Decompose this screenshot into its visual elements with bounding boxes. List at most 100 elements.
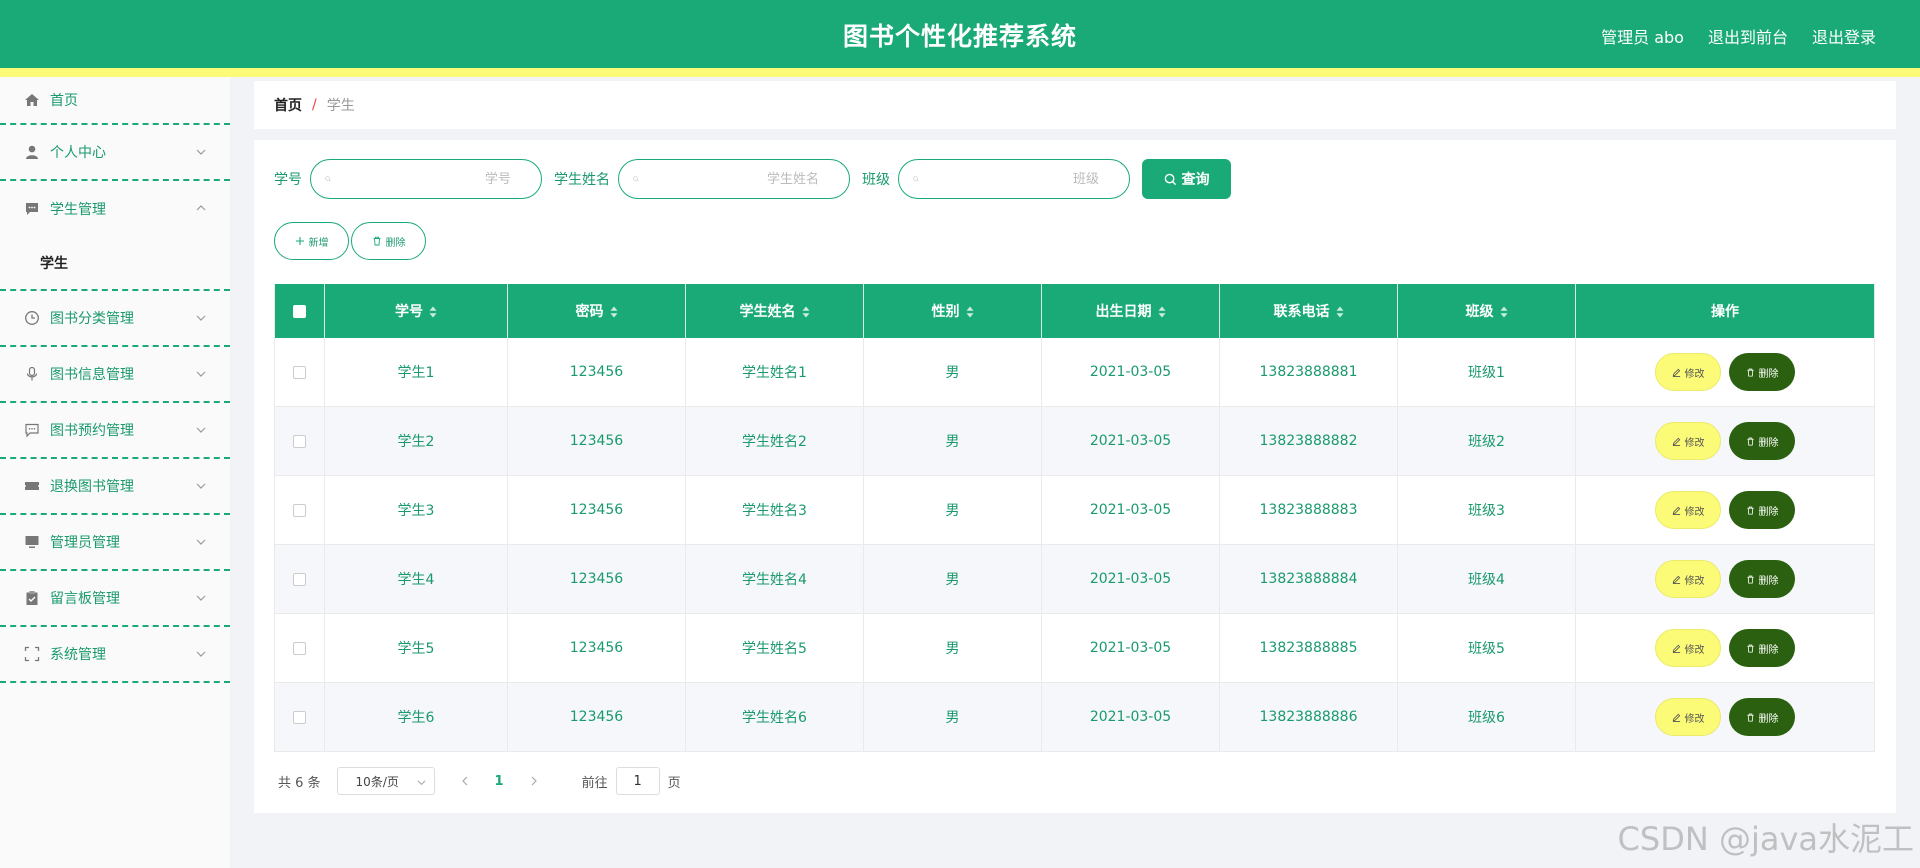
logout-link[interactable]: 退出登录 xyxy=(1812,24,1876,48)
query-button[interactable]: 查询 xyxy=(1142,159,1231,199)
row-checkbox[interactable] xyxy=(293,365,306,379)
row-select-cell xyxy=(274,682,325,752)
column-header[interactable]: 学生姓名 xyxy=(685,284,864,338)
sidebar-item-message-board[interactable]: 留言板管理 xyxy=(0,571,230,627)
table-cell: 13823888882 xyxy=(1219,406,1398,476)
sidebar-item-label: 学生管理 xyxy=(50,202,106,218)
table-cell: 学生3 xyxy=(324,475,508,545)
table-cell: 123456 xyxy=(507,544,686,614)
table-body: 学生1 123456 学生姓名1 男 2021-03-05 13823888881 班级1 修… xyxy=(274,338,1875,752)
goto-page-input[interactable] xyxy=(615,767,660,795)
ticket-icon xyxy=(25,482,39,490)
to-front-link[interactable]: 退出到前台 xyxy=(1708,24,1788,48)
sidebar-item-system-management[interactable]: 系统管理 xyxy=(0,627,230,683)
next-page-button[interactable] xyxy=(524,771,544,791)
student-no-input[interactable] xyxy=(339,170,527,188)
class-input[interactable] xyxy=(927,170,1115,188)
edit-button[interactable]: 修改 xyxy=(1655,353,1721,391)
student-name-field[interactable] xyxy=(618,159,850,199)
edit-button[interactable]: 修改 xyxy=(1655,491,1721,529)
sidebar-item-label: 首页 xyxy=(50,93,78,109)
clock-icon xyxy=(25,311,39,325)
chat-icon xyxy=(26,203,38,215)
student-no-field[interactable] xyxy=(310,159,542,199)
delete-button[interactable]: 删除 xyxy=(1729,422,1795,460)
sidebar-item-student-management[interactable]: 学生管理 xyxy=(0,181,230,237)
table-cell: 2021-03-05 xyxy=(1041,682,1220,752)
column-header[interactable]: 联系电话 xyxy=(1219,284,1398,338)
row-checkbox[interactable] xyxy=(293,503,306,517)
breadcrumb-separator: / xyxy=(312,97,317,113)
row-checkbox[interactable] xyxy=(293,434,306,448)
batch-delete-button[interactable]: 删除 xyxy=(351,222,426,260)
row-checkbox[interactable] xyxy=(293,641,306,655)
page-size-select[interactable]: 10条/页 xyxy=(336,767,435,795)
table-row: 学生5 123456 学生姓名5 男 2021-03-05 13823888885 班级5 修… xyxy=(274,613,1875,683)
pagination: 共 6 条 10条/页 1 前往 页 xyxy=(278,767,681,795)
page-number-current[interactable]: 1 xyxy=(495,774,504,789)
table-row: 学生1 123456 学生姓名1 男 2021-03-05 13823888881 班级1 修… xyxy=(274,338,1875,407)
delete-button[interactable]: 删除 xyxy=(1729,560,1795,598)
edit-button[interactable]: 修改 xyxy=(1655,422,1721,460)
class-field[interactable] xyxy=(898,159,1130,199)
student-no-label: 学号 xyxy=(274,172,302,188)
table-cell: 学生2 xyxy=(324,406,508,476)
sidebar-item-home[interactable]: 首页 xyxy=(0,77,230,125)
search-icon xyxy=(913,176,919,182)
trash-icon xyxy=(1746,506,1754,515)
row-checkbox[interactable] xyxy=(293,572,306,586)
column-header[interactable]: 班级 xyxy=(1397,284,1576,338)
sidebar-item-label: 图书信息管理 xyxy=(50,367,134,383)
column-header[interactable]: 密码 xyxy=(507,284,686,338)
delete-button[interactable]: 删除 xyxy=(1729,491,1795,529)
goto-page: 前往 页 xyxy=(582,767,681,795)
table-cell: 学生1 xyxy=(324,338,508,407)
select-all-checkbox[interactable] xyxy=(293,304,306,318)
sidebar-item-book-category[interactable]: 图书分类管理 xyxy=(0,291,230,347)
page-size-value: 10条/页 xyxy=(355,774,399,789)
header-actions: 管理员 abo 退出到前台 退出登录 xyxy=(1601,24,1876,48)
edit-icon xyxy=(1672,506,1680,515)
sort-icon xyxy=(1158,306,1165,318)
search-icon xyxy=(325,176,331,182)
table-cell: 2021-03-05 xyxy=(1041,613,1220,683)
table-cell: 班级4 xyxy=(1397,544,1576,614)
breadcrumb: 首页 / 学生 xyxy=(254,81,1896,129)
chevron-right-icon xyxy=(531,776,537,786)
student-name-input[interactable] xyxy=(647,170,835,188)
sidebar-item-book-return[interactable]: 退换图书管理 xyxy=(0,459,230,515)
operation-cell: 修改 删除 xyxy=(1575,406,1875,476)
table-cell: 学生6 xyxy=(324,682,508,752)
trash-icon xyxy=(1746,644,1754,653)
sidebar-item-personal-center[interactable]: 个人中心 xyxy=(0,125,230,181)
sidebar-item-book-reservation[interactable]: 图书预约管理 xyxy=(0,403,230,459)
sidebar-item-admin-management[interactable]: 管理员管理 xyxy=(0,515,230,571)
delete-button[interactable]: 删除 xyxy=(1729,698,1795,736)
edit-icon xyxy=(1672,575,1680,584)
delete-button-label: 删除 xyxy=(1758,713,1779,725)
delete-button[interactable]: 删除 xyxy=(1729,629,1795,667)
sidebar-item-label: 图书分类管理 xyxy=(50,311,134,327)
column-header[interactable]: 性别 xyxy=(863,284,1042,338)
chevron-up-icon xyxy=(196,205,206,211)
table-cell: 班级2 xyxy=(1397,406,1576,476)
edit-button[interactable]: 修改 xyxy=(1655,629,1721,667)
column-header[interactable]: 学号 xyxy=(324,284,508,338)
operation-cell: 修改 删除 xyxy=(1575,682,1875,752)
row-select-cell xyxy=(274,613,325,683)
row-checkbox[interactable] xyxy=(293,710,306,724)
fullscreen-icon xyxy=(24,646,40,662)
sidebar-item-label: 图书预约管理 xyxy=(50,423,134,439)
goto-prefix: 前往 xyxy=(581,775,608,791)
sidebar-subitem-student[interactable]: 学生 xyxy=(0,237,230,291)
prev-page-button[interactable] xyxy=(455,771,475,791)
edit-button[interactable]: 修改 xyxy=(1655,698,1721,736)
edit-button[interactable]: 修改 xyxy=(1655,560,1721,598)
sidebar-item-book-info[interactable]: 图书信息管理 xyxy=(0,347,230,403)
delete-button[interactable]: 删除 xyxy=(1729,353,1795,391)
batch-delete-button-label: 删除 xyxy=(385,237,406,249)
column-header[interactable]: 出生日期 xyxy=(1041,284,1220,338)
table-cell: 2021-03-05 xyxy=(1041,475,1220,545)
breadcrumb-home[interactable]: 首页 xyxy=(274,95,302,115)
add-button[interactable]: 新增 xyxy=(274,222,349,260)
